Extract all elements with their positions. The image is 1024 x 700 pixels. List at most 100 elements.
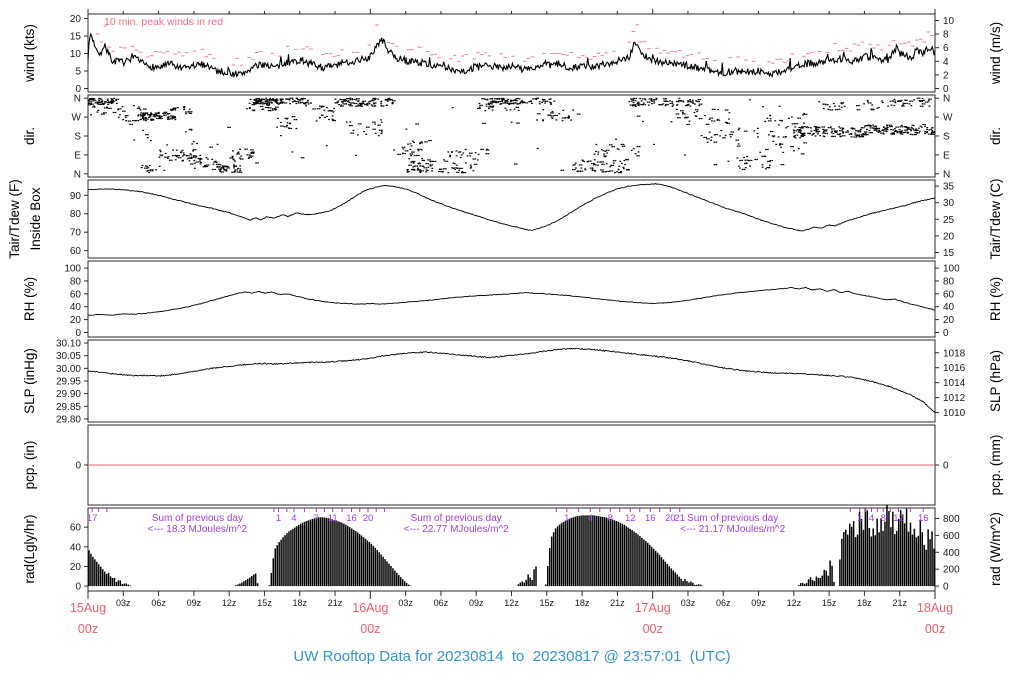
meteogram-figure: 0 5 10 15 20 0 2 4 6 8 10 N E S W N N E S W N 60 70 80 90 15 20 25 3… — [0, 0, 1024, 700]
svg-text:20: 20 — [70, 315, 82, 326]
x-minor-label: 09z — [751, 598, 766, 608]
svg-text:15: 15 — [943, 248, 955, 259]
rad-cum-label: 4 — [588, 513, 593, 524]
svg-text:30.10: 30.10 — [56, 339, 81, 350]
svg-text:60: 60 — [70, 289, 82, 300]
svg-text:0: 0 — [943, 461, 949, 472]
rad-cum-label: 12 — [893, 513, 904, 524]
rad-cum-label: 20 — [363, 513, 374, 524]
x-major-hour: 00z — [925, 622, 945, 636]
svg-text:29.80: 29.80 — [56, 414, 81, 425]
svg-text:10: 10 — [943, 16, 955, 27]
svg-text:20: 20 — [943, 315, 955, 326]
svg-text:100: 100 — [64, 264, 81, 275]
x-minor-label: 15z — [540, 598, 555, 608]
panel-rh: 020406080100020406080100 — [64, 260, 960, 339]
x-minor-label: 09z — [469, 598, 484, 608]
x-major-date: 15Aug — [70, 601, 106, 615]
x-major-date: 17Aug — [635, 601, 671, 615]
panel-dir: NESWNNESWN — [72, 94, 953, 181]
svg-text:25: 25 — [943, 215, 955, 226]
panel-slp: 29.8029.85 29.9029.95 30.00 30.0530.10 1010 1… — [56, 339, 966, 426]
svg-text:800: 800 — [943, 514, 960, 525]
svg-text:E: E — [74, 150, 81, 161]
temp-trace — [87, 182, 936, 232]
svg-text:1018: 1018 — [943, 348, 966, 359]
svg-text:W: W — [943, 113, 953, 124]
x-minor-label: 12z — [222, 598, 237, 608]
rad-cum-label: 21 — [674, 513, 685, 524]
rad-cum-label: 16 — [346, 513, 357, 524]
x-minor-label: 09z — [187, 598, 202, 608]
rad-cum-label: 17 — [87, 513, 98, 524]
x-minor-label: 06z — [716, 598, 731, 608]
rad-cum-label: 4 — [291, 513, 296, 524]
rad-sum-annotation-line2: <--- 21.17 MJoules/m^2 — [680, 524, 785, 535]
figure-title: UW Rooftop Data for 20230814 to 20230817… — [293, 648, 731, 665]
svg-text:90: 90 — [70, 191, 82, 202]
x-minor-label: 21z — [610, 598, 625, 608]
svg-text:N: N — [74, 94, 81, 105]
svg-text:1010: 1010 — [943, 408, 966, 419]
panel-pcp: 00 — [75, 424, 949, 506]
x-minor-label: 18z — [292, 598, 307, 608]
rad-cum-label: 8 — [608, 513, 613, 524]
svg-text:2: 2 — [943, 70, 949, 81]
svg-text:0: 0 — [943, 328, 949, 339]
svg-text:20: 20 — [70, 14, 82, 25]
svg-text:60: 60 — [70, 523, 82, 534]
svg-text:0: 0 — [75, 582, 81, 593]
x-major-date: 16Aug — [352, 601, 388, 615]
svg-text:W: W — [72, 113, 82, 124]
axis-title-rad-right: rad (W/m^2) — [988, 512, 1003, 586]
svg-text:30.05: 30.05 — [56, 351, 81, 362]
svg-text:100: 100 — [943, 264, 960, 275]
svg-text:0: 0 — [75, 461, 81, 472]
svg-text:30: 30 — [943, 198, 955, 209]
svg-text:29.90: 29.90 — [56, 389, 81, 400]
svg-text:40: 40 — [70, 302, 82, 313]
wind-trace — [87, 32, 936, 79]
svg-text:6: 6 — [943, 43, 949, 54]
x-axis-labels: 03z 06z 09z 12z 15z 18z 21z 03z 06z 09z 12z 15z 18z 2… — [70, 598, 953, 636]
svg-text:600: 600 — [943, 531, 960, 542]
meteogram-canvas: 051015200246810NESWNNESWN607080901520253… — [56, 9, 966, 636]
svg-text:1012: 1012 — [943, 393, 966, 404]
svg-text:1016: 1016 — [943, 363, 966, 374]
axis-title-rad-left: rad(Lgly/hr) — [22, 514, 37, 584]
x-minor-label: 21z — [892, 598, 907, 608]
svg-text:80: 80 — [943, 276, 955, 287]
slp-trace — [87, 347, 936, 413]
rad-sum-annotation-line2: <--- 18.3 MJoules/m^2 — [148, 524, 248, 535]
x-minor-label: 18z — [857, 598, 872, 608]
x-minor-label: 03z — [116, 598, 131, 608]
svg-text:15: 15 — [70, 32, 82, 43]
rad-cum-label: 7 — [314, 513, 319, 524]
rad-cum-label: 4 — [869, 513, 874, 524]
svg-text:20: 20 — [943, 231, 955, 242]
svg-text:400: 400 — [943, 548, 960, 559]
svg-text:N: N — [943, 94, 950, 105]
panel-temp: 60 70 80 90 15 20 25 30 35 — [70, 179, 955, 259]
x-minor-label: 21z — [328, 598, 343, 608]
svg-text:8: 8 — [943, 30, 949, 41]
axis-title-temp-left: Tair/Tdew (F) — [7, 179, 22, 259]
svg-text:S: S — [74, 132, 81, 143]
svg-text:70: 70 — [70, 228, 82, 239]
panel-rad: 0204060020040060080017 1 4 7 11 16 20 1 4 8 12 16 20… — [70, 505, 960, 593]
x-minor-label: 06z — [434, 598, 449, 608]
svg-text:40: 40 — [70, 542, 82, 553]
svg-text:S: S — [943, 132, 950, 143]
svg-text:1014: 1014 — [943, 378, 966, 389]
rad-sum-annotation-line1: Sum of previous day — [152, 513, 243, 524]
rad-cum-label: 16 — [918, 513, 929, 524]
rad-cum-label: 1 — [276, 513, 281, 524]
rad-cum-label: 8 — [881, 513, 886, 524]
svg-text:N: N — [943, 169, 950, 180]
x-minor-label: 06z — [151, 598, 166, 608]
svg-text:0: 0 — [943, 582, 949, 593]
svg-text:5: 5 — [75, 67, 81, 78]
x-minor-label: 15z — [822, 598, 837, 608]
svg-text:35: 35 — [943, 182, 955, 193]
rad-sum-annotation-line2: <--- 22.77 MJoules/m^2 — [404, 524, 509, 535]
